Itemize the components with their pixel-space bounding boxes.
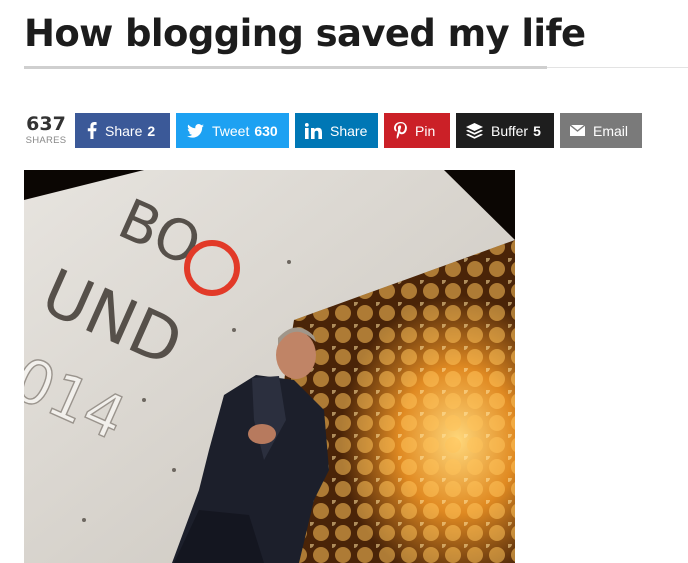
buffer-share-label: Buffer bbox=[491, 122, 529, 139]
share-total-label: SHARES bbox=[25, 135, 67, 146]
linkedin-icon bbox=[305, 122, 322, 139]
email-share-label: Email bbox=[593, 122, 629, 139]
twitter-tweet-count: 630 bbox=[254, 122, 278, 139]
linkedin-share-label: Share bbox=[330, 122, 368, 139]
buffer-share-count: 5 bbox=[533, 122, 541, 139]
facebook-share-button[interactable]: Share 2 bbox=[75, 113, 170, 148]
linkedin-share-button[interactable]: Share bbox=[295, 113, 378, 148]
pinterest-pin-label: Pin bbox=[415, 122, 436, 139]
share-total: 637 SHARES bbox=[24, 113, 68, 147]
twitter-tweet-button[interactable]: Tweet 630 bbox=[176, 113, 289, 148]
facebook-share-count: 2 bbox=[147, 122, 156, 139]
pinterest-pin-button[interactable]: Pin bbox=[384, 113, 450, 148]
twitter-bird-icon bbox=[187, 123, 204, 138]
facebook-f-icon bbox=[87, 122, 97, 139]
twitter-tweet-label: Tweet bbox=[212, 122, 250, 139]
share-total-count: 637 bbox=[26, 113, 66, 135]
pinterest-icon bbox=[394, 122, 407, 139]
envelope-icon bbox=[570, 125, 585, 136]
facebook-share-label: Share bbox=[105, 122, 143, 139]
email-share-button[interactable]: Email bbox=[560, 113, 642, 148]
article-title: How blogging saved my life bbox=[24, 12, 586, 55]
featured-image: BO UND 2014 bbox=[24, 170, 515, 563]
buffer-share-button[interactable]: Buffer 5 bbox=[456, 113, 554, 148]
title-underline bbox=[24, 66, 547, 69]
buffer-stack-icon bbox=[466, 122, 483, 139]
